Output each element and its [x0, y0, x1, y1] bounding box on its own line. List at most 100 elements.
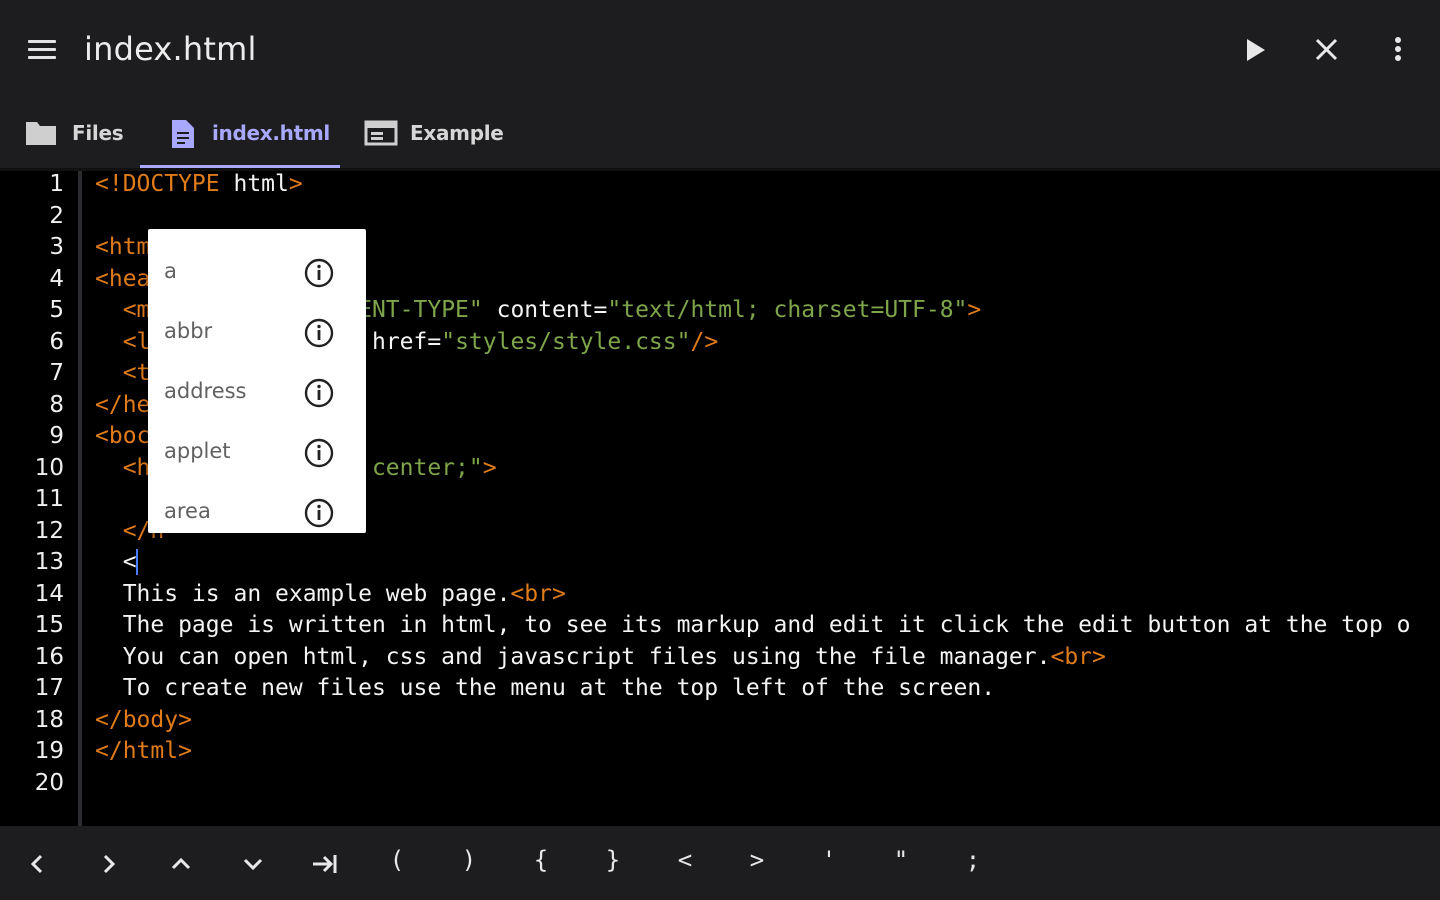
- key-glyph: ': [821, 846, 837, 874]
- code-line[interactable]: <: [95, 547, 137, 578]
- more-vert-icon[interactable]: [1378, 30, 1418, 70]
- code-line[interactable]: You can open html, css and javascript fi…: [95, 642, 1106, 673]
- autocomplete-item-area[interactable]: area: [148, 483, 366, 533]
- code-token: The page is written in html, to see its …: [95, 612, 1411, 638]
- browser-window-icon: [364, 120, 398, 146]
- autocomplete-popup: a abbr address applet area: [148, 229, 366, 533]
- code-token: </body>: [95, 706, 192, 733]
- shortcut-key-bar: () {} < > ' ";: [0, 826, 1440, 900]
- info-icon[interactable]: [303, 377, 335, 409]
- code-line[interactable]: This is an example web page.<br>: [95, 579, 566, 610]
- tab-key[interactable]: [289, 826, 361, 900]
- autocomplete-item-a[interactable]: a: [148, 243, 366, 303]
- close-icon[interactable]: [1306, 30, 1346, 70]
- tab-label: Files: [72, 121, 124, 145]
- autocomplete-item-address[interactable]: address: [148, 363, 366, 423]
- arrow-right-key[interactable]: [73, 826, 145, 900]
- autocomplete-item-applet[interactable]: applet: [148, 423, 366, 483]
- tab-label: index.html: [212, 121, 330, 145]
- key-glyph: ": [893, 846, 909, 874]
- code-token: You can open html, css and javascript fi…: [95, 643, 1051, 670]
- autocomplete-item-label: area: [164, 499, 211, 523]
- code-token: content=: [482, 297, 608, 323]
- tab-bar: Files index.html Example: [0, 96, 1440, 171]
- code-token: <m: [95, 297, 151, 323]
- code-token: To create new files use the menu at the …: [95, 675, 996, 701]
- key-glyph: <: [677, 846, 693, 874]
- tab-index-html[interactable]: index.html: [140, 96, 340, 168]
- chevron-left-icon: [30, 854, 43, 874]
- code-token: <!DOCTYPE: [95, 171, 220, 197]
- code-token: "text/html; charset=UTF-8": [607, 297, 968, 323]
- single-quote-key[interactable]: ': [793, 826, 865, 900]
- chevron-up-icon: [171, 857, 191, 870]
- chevron-down-icon: [243, 858, 263, 871]
- code-token: <br>: [510, 580, 566, 607]
- tab-files[interactable]: Files: [0, 96, 140, 168]
- document-icon: [172, 120, 194, 148]
- autocomplete-item-label: abbr: [164, 319, 213, 343]
- code-line[interactable]: </body>: [95, 705, 192, 736]
- code-token: >: [967, 297, 982, 323]
- info-icon[interactable]: [303, 437, 335, 469]
- key-glyph: (: [389, 846, 405, 874]
- code-token: <htm: [95, 234, 151, 260]
- less-than-key[interactable]: <: [649, 826, 721, 900]
- code-token: <: [95, 549, 137, 575]
- code-token: html: [219, 171, 289, 197]
- close-paren-key[interactable]: ): [433, 826, 505, 900]
- text-cursor: [136, 549, 138, 575]
- autocomplete-item-label: a: [164, 259, 177, 283]
- autocomplete-item-label: address: [164, 379, 247, 403]
- arrow-left-key[interactable]: [1, 826, 73, 900]
- key-glyph: ;: [965, 846, 981, 874]
- info-icon[interactable]: [303, 497, 335, 529]
- code-line[interactable]: <boc: [95, 421, 150, 452]
- key-glyph: {: [533, 846, 549, 874]
- chevron-right-icon: [103, 854, 116, 874]
- tab-example[interactable]: Example: [340, 96, 520, 168]
- code-token: />: [690, 328, 719, 355]
- app-title: index.html: [84, 30, 257, 68]
- code-token: "styles/style.css": [441, 328, 691, 355]
- code-token: >: [482, 454, 497, 481]
- autocomplete-item-abbr[interactable]: abbr: [148, 303, 366, 363]
- code-token: <br>: [1050, 643, 1106, 670]
- code-line[interactable]: The page is written in html, to see its …: [95, 610, 1411, 641]
- active-tab-indicator: [140, 165, 340, 168]
- app-bar: index.html: [0, 0, 1440, 96]
- autocomplete-item-label: applet: [164, 439, 231, 463]
- info-icon[interactable]: [303, 257, 335, 289]
- code-token: <boc: [95, 423, 151, 449]
- code-line[interactable]: </html>: [95, 736, 192, 767]
- key-glyph: >: [749, 846, 765, 874]
- code-token: <t: [95, 360, 151, 386]
- code-token: >: [288, 171, 303, 197]
- code-line[interactable]: <!DOCTYPE html>: [95, 171, 303, 200]
- code-line[interactable]: To create new files use the menu at the …: [95, 673, 995, 704]
- code-line[interactable]: </he: [95, 390, 150, 421]
- arrow-up-key[interactable]: [145, 826, 217, 900]
- code-token: href=: [358, 328, 442, 355]
- open-paren-key[interactable]: (: [361, 826, 433, 900]
- code-token: This is an example web page.: [95, 580, 511, 607]
- info-icon[interactable]: [303, 317, 335, 349]
- key-glyph: ): [461, 846, 477, 874]
- code-line[interactable]: <hea: [95, 264, 150, 295]
- key-glyph: }: [605, 846, 621, 874]
- tab-label: Example: [410, 121, 504, 145]
- code-token: <hea: [95, 265, 151, 292]
- hamburger-menu-icon[interactable]: [24, 33, 60, 65]
- code-token: <h: [95, 454, 151, 481]
- close-brace-key[interactable]: }: [577, 826, 649, 900]
- arrow-down-key[interactable]: [217, 826, 289, 900]
- semicolon-key[interactable]: ;: [937, 826, 1009, 900]
- folder-icon: [26, 122, 56, 145]
- tab-icon: [313, 855, 337, 873]
- code-line[interactable]: <htm: [95, 232, 150, 263]
- open-brace-key[interactable]: {: [505, 826, 577, 900]
- play-icon[interactable]: [1236, 30, 1276, 70]
- greater-than-key[interactable]: >: [721, 826, 793, 900]
- double-quote-key[interactable]: ": [865, 826, 937, 900]
- code-token: </html>: [95, 738, 192, 764]
